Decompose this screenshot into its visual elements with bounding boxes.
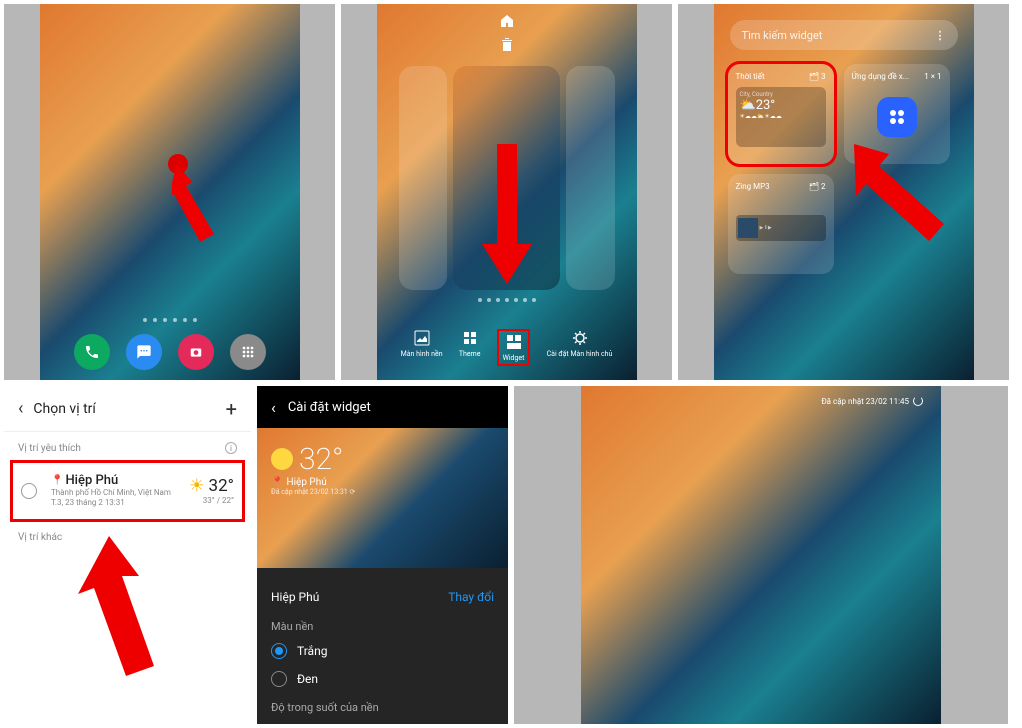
- page-indicator: [377, 298, 637, 302]
- panel-6-result: Đã cập nhật 23/02 11:45: [514, 386, 1008, 724]
- mp3-preview: ▶ ‖ ▶: [736, 215, 826, 241]
- panel-1-homescreen: [4, 4, 335, 380]
- refresh-icon[interactable]: [913, 396, 923, 406]
- opacity-label: Độ trong suốt của nền: [271, 693, 494, 718]
- edit-toolbar: Màn hình nền Theme Widget Cài đặt Màn hì…: [377, 329, 637, 366]
- widget-weather[interactable]: Thời tiết🗂 3 City, Country ⛅23° ☀☁☁⛅☀☁☁: [728, 64, 834, 164]
- page-indicator: [40, 318, 300, 322]
- preview-page-left[interactable]: [399, 66, 448, 290]
- page-title: Chọn vị trí: [33, 401, 225, 417]
- dock: [40, 334, 300, 370]
- theme-option[interactable]: Theme: [459, 329, 481, 366]
- info-icon[interactable]: i: [225, 442, 237, 454]
- radio-white[interactable]: Trắng: [271, 637, 494, 665]
- add-button[interactable]: +: [226, 397, 237, 421]
- trash-icon[interactable]: [500, 38, 514, 52]
- panel-3-widget-picker: Tìm kiếm widget ⋮ Thời tiết🗂 3 City, Cou…: [678, 4, 1009, 380]
- panel-4-choose-location: ‹ Chọn vị trí + Vị trí yêu thích i 📍Hiệp…: [4, 386, 251, 724]
- back-icon[interactable]: ‹: [18, 398, 23, 419]
- weather-preview: City, Country ⛅23° ☀☁☁⛅☀☁☁: [736, 87, 826, 147]
- search-input[interactable]: Tìm kiếm widget ⋮: [730, 20, 958, 50]
- page-title: Cài đặt widget: [288, 400, 371, 415]
- panel-5-widget-settings: ‹ Cài đặt widget 32° 📍Hiệp Phú Đã cập nh…: [257, 386, 508, 724]
- app-blob-icon: [877, 97, 917, 137]
- annotation-arrow: [64, 536, 164, 676]
- bg-label: Màu nền: [271, 612, 494, 637]
- update-timestamp: Đã cập nhật 23/02 11:45: [821, 396, 923, 406]
- messages-icon[interactable]: [126, 334, 162, 370]
- sun-icon: ☀: [189, 476, 204, 496]
- wallpaper-option[interactable]: Màn hình nền: [401, 329, 443, 366]
- sun-icon: [271, 448, 293, 470]
- section-favorites: Vị trí yêu thích i: [4, 432, 251, 460]
- homesettings-option[interactable]: Cài đặt Màn hình chủ: [547, 329, 613, 366]
- apps-icon[interactable]: [230, 334, 266, 370]
- header: ‹ Chọn vị trí +: [4, 386, 251, 432]
- panel-2-edit-home: Màn hình nền Theme Widget Cài đặt Màn hì…: [341, 4, 672, 380]
- location-row: Hiệp Phú Thay đổi: [271, 582, 494, 612]
- radio-unchecked[interactable]: [21, 483, 37, 499]
- annotation-arrow: [472, 144, 542, 284]
- annotation-arrow: [854, 144, 954, 254]
- opacity-slider[interactable]: 100%: [271, 718, 494, 724]
- header: ‹ Cài đặt widget: [257, 386, 508, 428]
- phone-icon[interactable]: [74, 334, 110, 370]
- annotation-arrow: [172, 164, 232, 244]
- pin-icon: 📍: [271, 477, 283, 488]
- preview-page-right[interactable]: [566, 66, 615, 290]
- widget-zing-mp3[interactable]: Zing MP3🗂 2 ▶ ‖ ▶: [728, 174, 834, 274]
- home-icon[interactable]: [500, 14, 514, 28]
- pin-icon: 📍: [51, 475, 63, 486]
- camera-icon[interactable]: [178, 334, 214, 370]
- more-icon[interactable]: ⋮: [935, 29, 946, 42]
- widget-option[interactable]: Widget: [497, 329, 531, 366]
- change-link[interactable]: Thay đổi: [448, 590, 494, 604]
- widget-preview: 32° 📍Hiệp Phú Đã cập nhật 23/02 13:31 ⟳: [257, 428, 508, 568]
- location-card[interactable]: 📍Hiệp Phú Thành phố Hồ Chí Minh, Việt Na…: [10, 460, 245, 522]
- radio-black[interactable]: Đen: [271, 665, 494, 693]
- back-icon[interactable]: ‹: [271, 398, 276, 417]
